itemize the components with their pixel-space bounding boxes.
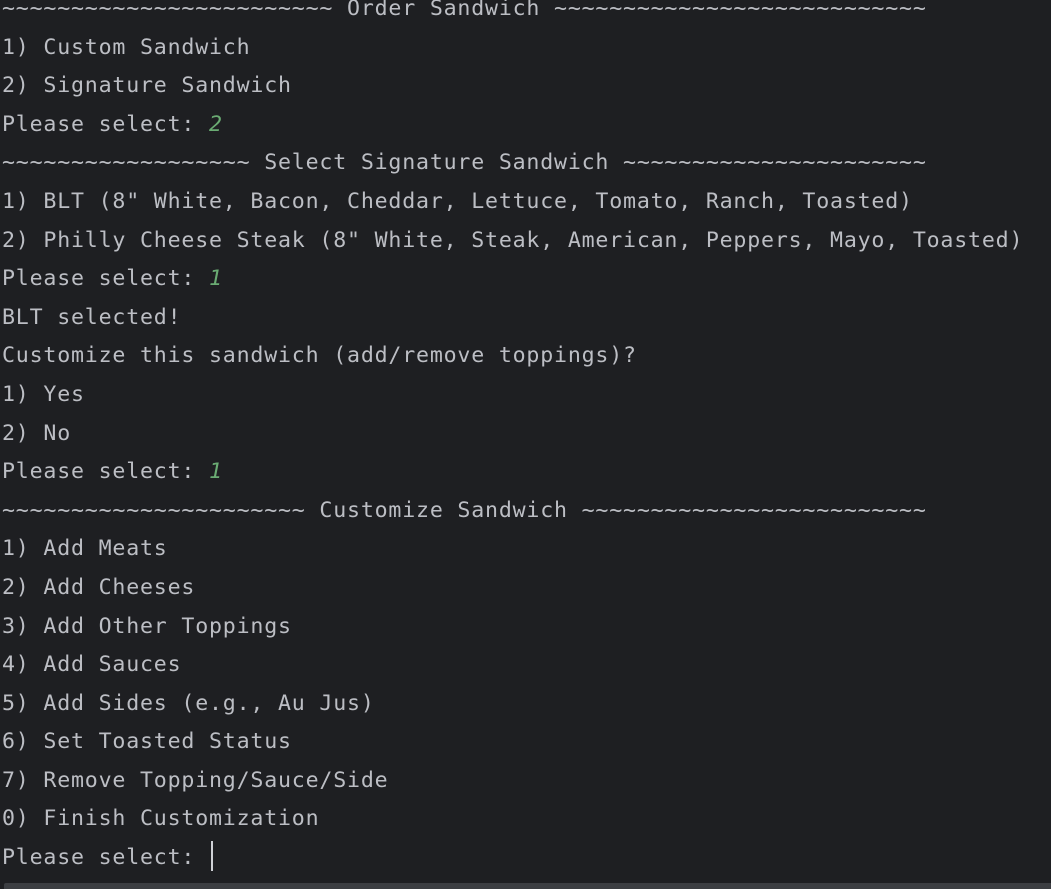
console-line: 1) BLT (8" White, Bacon, Cheddar, Lettuc… (2, 188, 913, 214)
console-line: 2) Philly Cheese Steak (8" White, Steak,… (2, 227, 1024, 253)
user-input: 1 (209, 459, 223, 485)
console-line: 1) Yes (2, 381, 85, 407)
console-line: Please select: 2 (2, 111, 223, 137)
console-line: Please select: 1 (2, 459, 223, 485)
console-line: 1) Custom Sandwich (2, 34, 251, 60)
console-line: 6) Set Toasted Status (2, 729, 292, 755)
console-line: Please select: 1 (2, 266, 223, 292)
console-output: ~~~~~~~~~~~~~~~~~~~~~~~~ Order Sandwich … (2, 0, 1051, 878)
console-line: 2) Add Cheeses (2, 574, 196, 600)
console-line: 1) Add Meats (2, 536, 168, 562)
console-line: 2) No (2, 420, 72, 446)
user-input: 2 (209, 111, 223, 137)
text-cursor[interactable] (211, 841, 214, 872)
console-line: 3) Add Other Toppings (2, 613, 292, 639)
console-line: ~~~~~~~~~~~~~~~~~~~~~~~~ Order Sandwich … (2, 0, 927, 21)
console-line: ~~~~~~~~~~~~~~~~~~~~~~ Customize Sandwic… (2, 497, 927, 523)
console-line: BLT selected! (2, 304, 182, 330)
console-line: 7) Remove Topping/Sauce/Side (2, 767, 389, 793)
console-output-panel[interactable]: ~~~~~~~~~~~~~~~~~~~~~~~~ Order Sandwich … (0, 0, 1051, 889)
console-line: 0) Finish Customization (2, 806, 320, 832)
console-line: Customize this sandwich (add/remove topp… (2, 343, 637, 369)
horizontal-scrollbar[interactable] (4, 883, 1051, 889)
console-line: 4) Add Sauces (2, 652, 182, 678)
console-line: 5) Add Sides (e.g., Au Jus) (2, 690, 375, 716)
console-line: 2) Signature Sandwich (2, 73, 292, 99)
user-input: 1 (209, 266, 223, 292)
prompt-text: Please select: (2, 845, 210, 871)
console-input-line[interactable]: Please select: (2, 839, 1051, 878)
console-line: ~~~~~~~~~~~~~~~~~~ Select Signature Sand… (2, 150, 927, 176)
